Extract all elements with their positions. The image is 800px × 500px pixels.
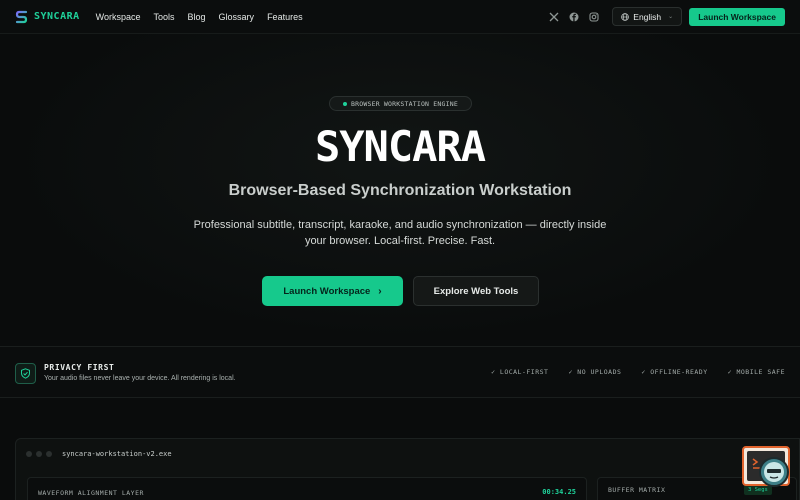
nav-launch-workspace-button[interactable]: Launch Workspace	[689, 7, 785, 26]
window-dot-icon	[26, 451, 32, 457]
buffer-label: BUFFER MATRIX	[608, 486, 666, 494]
feature-list: ✓ LOCAL-FIRST ✓ NO UPLOADS ✓ OFFLINE-REA…	[491, 368, 785, 376]
nav-link-workspace[interactable]: Workspace	[96, 12, 141, 22]
hero-subtitle: Browser-Based Synchronization Workstatio…	[228, 182, 572, 199]
nav-links: Workspace Tools Blog Glossary Features	[96, 12, 303, 22]
privacy-icon-box	[15, 363, 36, 384]
feature-no-uploads: ✓ NO UPLOADS	[568, 368, 622, 376]
timecode: 00:34.25	[542, 488, 576, 496]
window-dot-icon	[46, 451, 52, 457]
engine-badge: BROWSER WORKSTATION ENGINE	[329, 96, 472, 111]
chevron-right-icon: ›	[378, 285, 382, 297]
hero-description: Professional subtitle, transcript, karao…	[193, 219, 607, 247]
launch-workspace-label: Launch Workspace	[283, 285, 371, 297]
language-select[interactable]: English ⌄	[612, 7, 683, 26]
facebook-icon[interactable]	[569, 12, 579, 22]
waveform-label: WAVEFORM ALIGNMENT LAYER	[38, 489, 144, 497]
launch-workspace-button[interactable]: Launch Workspace ›	[262, 276, 403, 306]
window-title: syncara-workstation-v2.exe	[62, 450, 172, 458]
hero-section: BROWSER WORKSTATION ENGINE SYNCARA Brows…	[0, 34, 800, 346]
badge-text: BROWSER WORKSTATION ENGINE	[351, 99, 458, 108]
hero-title: SYNCARA	[314, 122, 486, 171]
assistant-avatar-icon[interactable]	[759, 457, 789, 487]
instagram-icon[interactable]	[589, 11, 599, 22]
nav-right: English ⌄ Launch Workspace	[549, 7, 785, 26]
globe-icon	[621, 12, 630, 21]
brand-name: SYNCARA	[34, 11, 80, 22]
nav-link-tools[interactable]: Tools	[154, 12, 175, 22]
workstation-preview-window: syncara-workstation-v2.exe WAVEFORM ALIG…	[15, 438, 800, 500]
privacy-text: Your audio files never leave your device…	[44, 375, 236, 382]
nav-link-blog[interactable]: Blog	[188, 12, 206, 22]
feature-local-first: ✓ LOCAL-FIRST	[491, 368, 549, 376]
social-links	[549, 11, 599, 22]
language-label: English	[633, 11, 662, 22]
explore-web-tools-button[interactable]: Explore Web Tools	[413, 276, 539, 306]
window-dot-icon	[36, 451, 42, 457]
privacy-title: PRIVACY FIRST	[44, 363, 115, 372]
status-dot-icon	[343, 101, 348, 106]
waveform-panel: WAVEFORM ALIGNMENT LAYER 00:34.25	[27, 477, 587, 500]
nav-link-features[interactable]: Features	[267, 12, 303, 22]
nav-link-glossary[interactable]: Glossary	[219, 12, 255, 22]
window-controls	[26, 451, 52, 457]
x-icon[interactable]	[549, 12, 559, 22]
feature-mobile-safe: ✓ MOBILE SAFE	[727, 368, 785, 376]
privacy-bar: PRIVACY FIRST Your audio files never lea…	[0, 346, 800, 398]
feature-offline-ready: ✓ OFFLINE-READY	[641, 368, 708, 376]
brand[interactable]: SYNCARA	[15, 10, 80, 24]
syncara-logo-icon	[15, 10, 28, 23]
top-navbar: SYNCARA Workspace Tools Blog Glossary Fe…	[0, 0, 800, 34]
shield-check-icon	[21, 368, 30, 379]
robot-face-icon	[764, 462, 784, 482]
chevron-down-icon: ⌄	[668, 14, 674, 20]
